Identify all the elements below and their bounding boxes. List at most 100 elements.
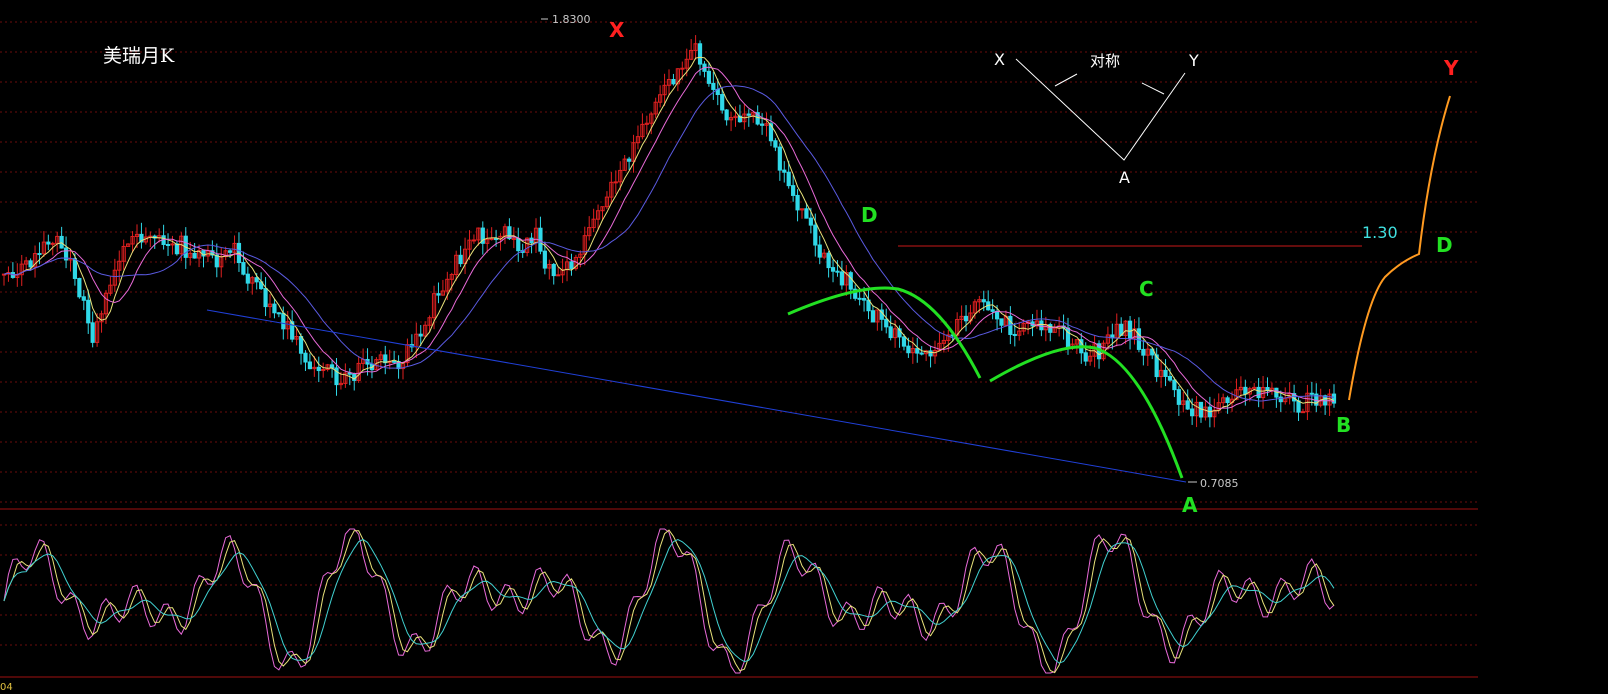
candle-body [773,140,778,148]
candle-body [86,299,91,324]
schematic-arrow [1054,73,1078,87]
candle-body [276,312,281,315]
candle-body [1300,411,1306,414]
candle-body [170,243,175,246]
candle-body [1167,375,1173,381]
candle-body [254,277,259,283]
candle-body [706,70,711,84]
candle-body [77,277,82,298]
candle-body [680,67,685,70]
candle-body [928,350,933,357]
candle-body [241,262,246,275]
candle-body [1256,386,1261,399]
label-d: D [861,203,878,227]
schematic-label-x: X [994,50,1005,69]
candle-body [627,158,632,162]
candle-body [720,94,725,111]
candle-body [1136,328,1142,350]
projection-line-orange [1348,95,1451,401]
candle-body [671,79,676,85]
ma-line-ma10 [3,66,1335,410]
candle-body [263,288,268,308]
candle-body [316,366,321,372]
candle-body [90,322,95,343]
candle-body [906,345,911,354]
candle-body [329,364,335,369]
indicator-axis-label: 04 [0,682,13,693]
candle-body [857,297,862,300]
candle-body [489,238,494,241]
schematic-v [1015,58,1186,161]
schematic-label-y: Y [1188,51,1199,70]
low-value-label: 0.7085 [1200,477,1239,490]
candle-body [392,360,397,363]
candle-body [516,237,521,252]
candle-body [994,310,1000,320]
chart-title: 美瑞月K [103,45,175,67]
candle-body [613,181,618,184]
candle-body [848,272,853,290]
candle-body [1127,320,1133,339]
candle-body [1176,389,1181,405]
label-c: C [1139,277,1154,301]
candle-body [418,333,423,337]
candle-body [826,252,831,269]
candle-body [919,352,924,355]
candle-body [1141,348,1146,356]
candle-body [471,239,477,242]
trendline [206,309,1187,483]
candle-body [724,109,729,121]
label-a: A [1182,493,1198,517]
candle-body [556,274,561,277]
candle-body [192,252,197,259]
candle-body [1243,386,1248,395]
candle-body [963,315,969,322]
candle-body [981,299,986,303]
candle-body [817,244,822,258]
candle-body [786,171,791,187]
candle-body [511,237,516,240]
candle-body [50,242,55,245]
high-value-label: 1.8300 [552,13,591,26]
candle-body [551,263,556,277]
target-level-label: 1.30 [1362,223,1398,242]
moving-averages [3,56,1335,413]
candle-body [81,296,86,301]
candle-body [494,238,499,241]
candlestick-chart: 美瑞月K 0.7085 1.8300 X D C A B Y D 1.30 X … [0,13,1478,693]
candle-body [272,303,277,314]
candle-body [245,273,250,284]
candle-body [839,271,844,286]
green-arc-dc [787,286,982,379]
candle-body [999,318,1004,326]
candle-body [1185,400,1190,410]
candle-body [174,243,180,255]
candle-body [228,250,233,253]
candle-body [870,310,876,323]
candle-body [1309,392,1314,395]
candle-body [28,260,33,268]
candle-body [990,309,995,312]
candle-body [760,123,765,126]
candles [1,35,1337,428]
candle-body [458,254,463,265]
indicator-line [3,538,1335,664]
candle-body [782,169,787,173]
label-y: Y [1443,56,1459,80]
candle-body [804,208,809,219]
candle-body [777,146,782,171]
schematic-label-a: A [1119,168,1130,187]
candle-body [37,253,42,256]
candle-body [72,258,78,279]
candle-body [813,224,818,246]
candle-body [542,250,547,269]
candle-body [1296,400,1301,413]
candle-body [808,217,813,226]
candle-body [901,336,907,347]
candle-body [915,348,920,354]
candle-body [1225,397,1230,404]
candle-body [1012,333,1017,336]
candle-body [791,185,796,196]
candle-body [1172,379,1177,391]
ma-line-ma20 [3,85,1335,402]
